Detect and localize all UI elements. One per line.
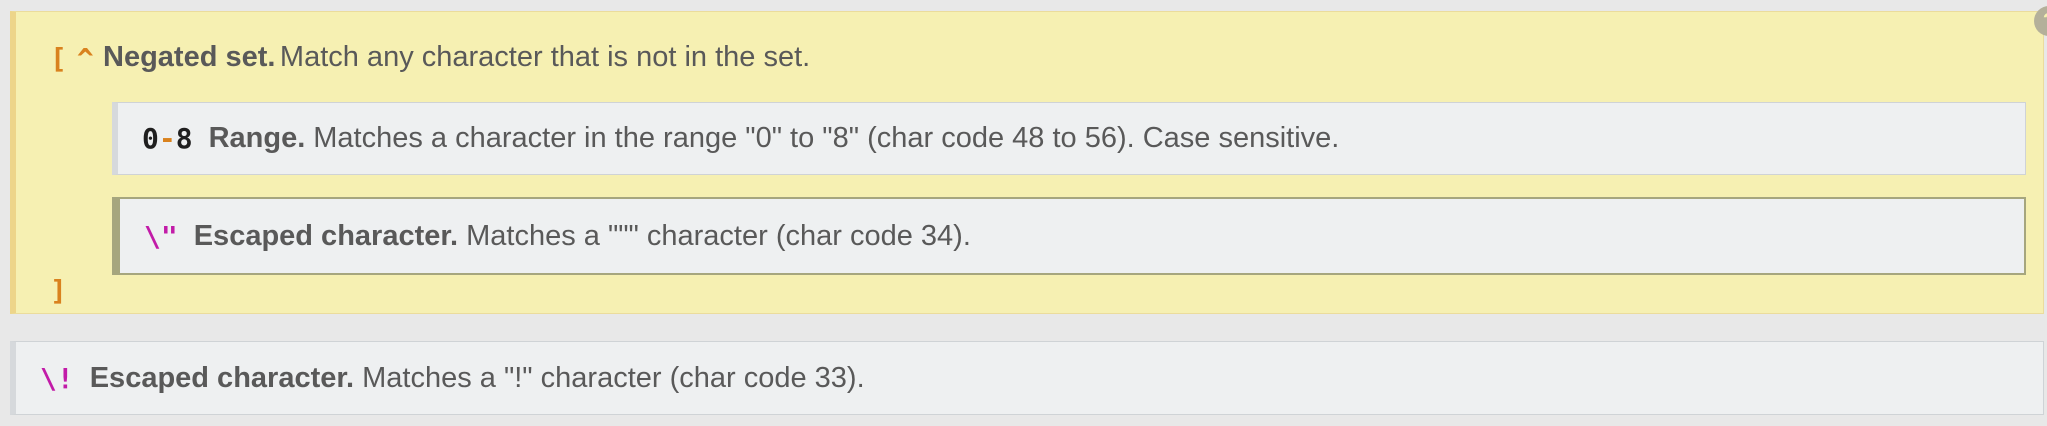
range-title: Range. <box>208 122 306 154</box>
set-open-bracket: [ <box>50 42 67 75</box>
range-description: Matches a character in the range "0" to … <box>313 122 1340 154</box>
escaped-exclamation-description: Matches a "!" character (char code 33). <box>362 361 865 394</box>
escaped-quote-description: Matches a """ character (char code 34). <box>466 219 971 252</box>
set-close-bracket: ] <box>50 274 67 307</box>
range-end-token: 8 <box>175 122 193 155</box>
escaped-exclamation-item[interactable]: \! Escaped character. Matches a "!" char… <box>10 341 2044 415</box>
set-title: Negated set. <box>103 41 276 73</box>
range-start-token: 0 <box>142 122 159 155</box>
escaped-quote-item[interactable]: \" Escaped character. Matches a """ char… <box>112 197 2026 275</box>
set-description: Match any character that is not in the s… <box>279 41 811 73</box>
escaped-quote-token: \" <box>144 219 178 253</box>
escaped-exclamation-token: \! <box>40 361 74 395</box>
question-icon[interactable]: ? <box>2034 6 2047 36</box>
range-item[interactable]: 0-8 Range. Matches a character in the ra… <box>112 102 2026 175</box>
set-header-text: Negated set. Match any character that is… <box>103 41 810 74</box>
negated-set-block[interactable]: [^ Negated set. Match any character that… <box>10 6 2047 314</box>
explain-panel: [^ Negated set. Match any character that… <box>0 0 2047 426</box>
set-open-caret: ^ <box>76 42 94 75</box>
range-dash-token: - <box>158 122 176 155</box>
set-close-token: ] <box>50 274 67 307</box>
escaped-quote-title: Escaped character. <box>193 219 459 252</box>
escaped-exclamation-title: Escaped character. <box>89 361 355 394</box>
set-open-token: [^ <box>50 42 94 75</box>
